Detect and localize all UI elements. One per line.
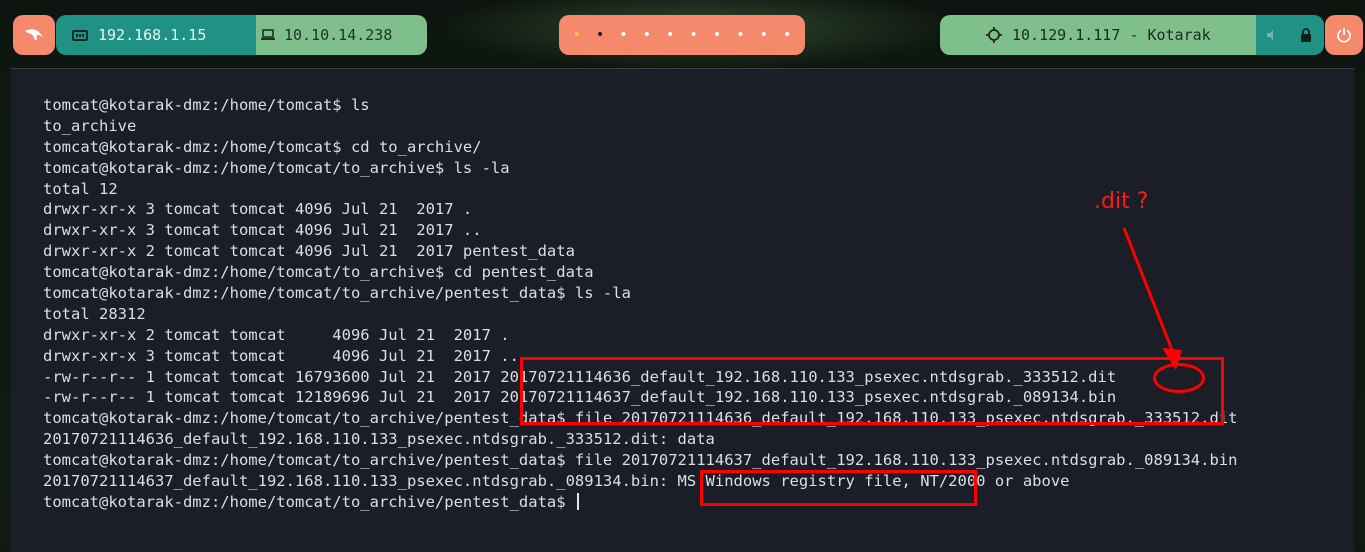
kali-dragon-icon [24,28,44,42]
terminal-line-text: tomcat@kotarak-dmz:/home/tomcat/to_archi… [43,451,1238,470]
terminal-line: drwxr-xr-x 2 tomcat tomcat 4096 Jul 21 2… [43,325,1237,346]
crosshair-icon [986,27,1002,43]
terminal-line: tomcat@kotarak-dmz:/home/tomcat/to_archi… [43,450,1237,471]
workspace-dot[interactable]: • [616,28,630,42]
top-status-bar: 192.168.1.15 10.10.14.238 • • • • • • • • • • 10.… [0,0,1365,68]
terminal-line: drwxr-xr-x 3 tomcat tomcat 4096 Jul 21 2… [43,220,1237,241]
terminal-line-text: drwxr-xr-x 3 tomcat tomcat 4096 Jul 21 2… [43,346,519,365]
terminal-line: tomcat@kotarak-dmz:/home/tomcat/to_archi… [43,158,1237,179]
volume-icon [1266,29,1278,41]
terminal-line: tomcat@kotarak-dmz:/home/tomcat/to_archi… [43,262,1237,283]
lock-button[interactable] [1288,15,1324,55]
vpn-ip-text: 10.10.14.238 [284,26,393,44]
terminal-line: tomcat@kotarak-dmz:/home/tomcat/to_archi… [43,283,1237,304]
local-ip-indicator: 192.168.1.15 [56,15,256,55]
annotation-arrow [1122,227,1182,370]
menu-button[interactable] [13,15,55,55]
terminal-output: tomcat@kotarak-dmz:/home/tomcat$ ls to_ar… [43,95,1237,513]
workspace-dot[interactable]: • [710,28,724,42]
terminal-line-text: drwxr-xr-x 3 tomcat tomcat 4096 Jul 21 2… [43,221,482,240]
workspace-dot[interactable]: • [780,28,794,42]
terminal-line: tomcat@kotarak-dmz:/home/tomcat/to_archi… [43,492,1237,513]
terminal-line-text: tomcat@kotarak-dmz:/home/tomcat/to_archi… [43,263,594,282]
workspace-dot[interactable]: • [570,28,584,42]
text-cursor [576,492,579,510]
workspace-dot[interactable]: • [733,28,747,42]
terminal-line: 20170721114637_default_192.168.110.133_p… [43,471,1237,492]
workspace-dot[interactable]: • [687,28,701,42]
power-icon [1336,27,1352,43]
terminal-line: tomcat@kotarak-dmz:/home/tomcat$ cd to_a… [43,137,1237,158]
terminal-line-text: to_archive [43,116,137,135]
terminal-line: 20170721114636_default_192.168.110.133_p… [43,429,1237,450]
terminal-line-text: 20170721114636_default_192.168.110.133_p… [43,430,715,449]
laptop-icon [260,29,276,41]
network-icon [72,29,88,42]
annotation-label: .dit ? [1094,189,1149,214]
terminal-line: tomcat@kotarak-dmz:/home/tomcat$ ls [43,95,1237,116]
workspace-dot[interactable]: • [640,28,654,42]
terminal-line-text: drwxr-xr-x 2 tomcat tomcat 4096 Jul 21 2… [43,242,575,261]
power-button[interactable] [1325,15,1363,55]
terminal-line-text: total 12 [43,179,118,198]
terminal-line: drwxr-xr-x 2 tomcat tomcat 4096 Jul 21 2… [43,241,1237,262]
workspace-dot[interactable]: • [663,28,677,42]
terminal-line-text: tomcat@kotarak-dmz:/home/tomcat/to_archi… [43,284,631,303]
lock-icon [1300,28,1312,42]
local-ip-text: 192.168.1.15 [98,26,207,44]
target-text: 10.129.1.117 - Kotarak [1012,26,1211,44]
workspace-dot[interactable]: • [593,28,607,42]
volume-button[interactable] [1256,15,1288,55]
terminal-line-text: tomcat@kotarak-dmz:/home/tomcat$ ls [43,96,370,114]
terminal-line-text: drwxr-xr-x 3 tomcat tomcat 4096 Jul 21 2… [43,200,473,219]
terminal-line: total 28312 [43,304,1237,325]
target-indicator: 10.129.1.117 - Kotarak [940,15,1256,55]
workspace-dot[interactable]: • [757,28,771,42]
terminal-line-text: total 28312 [43,304,146,323]
terminal-line: drwxr-xr-x 3 tomcat tomcat 4096 Jul 21 2… [43,199,1237,220]
workspace-switcher[interactable]: • • • • • • • • • • [559,15,805,55]
terminal-line-text: tomcat@kotarak-dmz:/home/tomcat/to_archi… [43,158,510,177]
terminal-line-text: tomcat@kotarak-dmz:/home/tomcat/to_archi… [43,492,575,511]
terminal-line-text: drwxr-xr-x 2 tomcat tomcat 4096 Jul 21 2… [43,325,510,344]
vpn-ip-indicator: 10.10.14.238 [256,15,427,55]
terminal-line-text: tomcat@kotarak-dmz:/home/tomcat$ cd to_a… [43,137,482,156]
terminal-line: to_archive [43,116,1237,137]
terminal-line: total 12 [43,179,1237,200]
highlight-box-registry [700,470,977,506]
